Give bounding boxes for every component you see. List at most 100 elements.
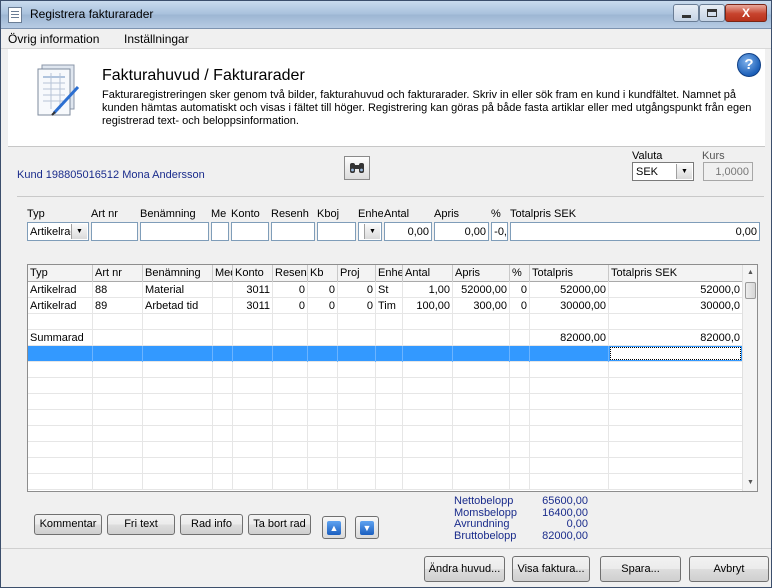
cell-proj[interactable] [338,314,376,330]
cell-resen[interactable] [273,410,308,426]
cell-proj[interactable] [338,378,376,394]
cell-totalpris[interactable]: 52000,00 [530,282,609,298]
cell-enhet[interactable] [376,330,403,346]
konto-input[interactable] [231,222,269,241]
cell-antal[interactable] [403,314,453,330]
cell-typ[interactable] [28,394,93,410]
cell-apris[interactable] [453,426,510,442]
cell-med[interactable] [213,362,233,378]
cell-procent[interactable] [510,426,530,442]
cell-med[interactable] [213,410,233,426]
cell-resen[interactable] [273,314,308,330]
scroll-thumb[interactable] [745,282,756,299]
cell-totalpris-sek[interactable]: 52000,0 [609,282,743,298]
scroll-down-icon[interactable]: ▼ [743,475,757,491]
cell-resen[interactable] [273,442,308,458]
cell-totalpris[interactable] [530,378,609,394]
cell-resen[interactable] [273,394,308,410]
cell-resen[interactable] [273,346,308,362]
table-row[interactable] [28,362,743,378]
col-header-proj[interactable]: Proj [338,265,376,282]
chevron-down-icon[interactable]: ▼ [71,224,87,239]
cell-enhet[interactable] [376,346,403,362]
cell-totalpris-sek[interactable] [609,362,743,378]
cell-apris[interactable] [453,442,510,458]
cell-antal[interactable] [403,346,453,362]
cell-typ[interactable] [28,346,93,362]
table-row[interactable] [28,474,743,490]
cell-proj[interactable]: 0 [338,298,376,314]
cell-procent[interactable] [510,346,530,362]
col-header-art-nr[interactable]: Art nr [93,265,143,282]
typ-select[interactable]: Artikelrad ▼ [27,222,89,241]
cell-totalpris[interactable] [530,458,609,474]
cell-konto[interactable] [233,378,273,394]
procent-input[interactable]: -0, [491,222,508,241]
cell-proj[interactable] [338,330,376,346]
cell-apris[interactable] [453,458,510,474]
cell-resen[interactable] [273,458,308,474]
cell-procent[interactable] [510,474,530,490]
fri-text-button[interactable]: Fri text [107,514,175,535]
kommentar-button[interactable]: Kommentar [34,514,102,535]
cell-antal[interactable] [403,458,453,474]
cell-typ[interactable] [28,378,93,394]
cell-totalpris-sek[interactable] [609,458,743,474]
cell-apris[interactable] [453,378,510,394]
cell-apris[interactable]: 52000,00 [453,282,510,298]
title-bar[interactable]: Registrera fakturarader X [1,1,771,29]
cell-typ[interactable] [28,458,93,474]
help-icon[interactable]: ? [737,53,761,77]
chevron-down-icon[interactable]: ▼ [364,224,380,239]
cell-totalpris-sek[interactable] [609,394,743,410]
cell-benamning[interactable] [143,442,213,458]
cell-art-nr[interactable]: 88 [93,282,143,298]
col-header-totalpris[interactable]: Totalpris [530,265,609,282]
cell-procent[interactable] [510,410,530,426]
table-row[interactable] [28,394,743,410]
cell-totalpris-sek[interactable]: 82000,0 [609,330,743,346]
table-row[interactable] [28,426,743,442]
cell-konto[interactable] [233,330,273,346]
cell-typ[interactable] [28,442,93,458]
enhet-select[interactable]: ▼ [358,222,382,241]
customer-label[interactable]: Kund 198805016512 Mona Andersson [17,169,205,181]
cell-antal[interactable]: 100,00 [403,298,453,314]
cell-typ[interactable] [28,426,93,442]
table-row[interactable] [28,458,743,474]
cell-konto[interactable] [233,410,273,426]
cell-antal[interactable] [403,330,453,346]
rad-info-button[interactable]: Rad info [180,514,243,535]
cell-art-nr[interactable] [93,378,143,394]
cell-art-nr[interactable] [93,394,143,410]
cell-totalpris[interactable] [530,426,609,442]
cell-art-nr[interactable] [93,474,143,490]
cell-benamning[interactable] [143,378,213,394]
maximize-button[interactable] [699,4,725,22]
cell-apris[interactable] [453,346,510,362]
cell-totalpris[interactable]: 82000,00 [530,330,609,346]
cell-kb[interactable] [308,394,338,410]
cell-konto[interactable] [233,426,273,442]
cell-procent[interactable]: 0 [510,282,530,298]
cell-enhet[interactable]: Tim [376,298,403,314]
apris-input[interactable]: 0,00 [434,222,489,241]
cell-med[interactable] [213,426,233,442]
cell-kb[interactable]: 0 [308,298,338,314]
cell-benamning[interactable] [143,474,213,490]
totalpris-input[interactable]: 0,00 [510,222,760,241]
cell-totalpris[interactable] [530,346,609,362]
cell-art-nr[interactable] [93,410,143,426]
cell-proj[interactable]: 0 [338,282,376,298]
cell-kb[interactable] [308,330,338,346]
benamning-input[interactable] [140,222,209,241]
cell-antal[interactable] [403,426,453,442]
move-row-down-button[interactable]: ▼ [355,516,379,539]
table-row[interactable] [28,314,743,330]
scroll-up-icon[interactable]: ▲ [743,265,757,281]
spara-button[interactable]: Spara... [600,556,681,582]
cell-benamning[interactable] [143,426,213,442]
cell-antal[interactable] [403,394,453,410]
cell-benamning[interactable]: Arbetad tid [143,298,213,314]
cell-benamning[interactable] [143,314,213,330]
